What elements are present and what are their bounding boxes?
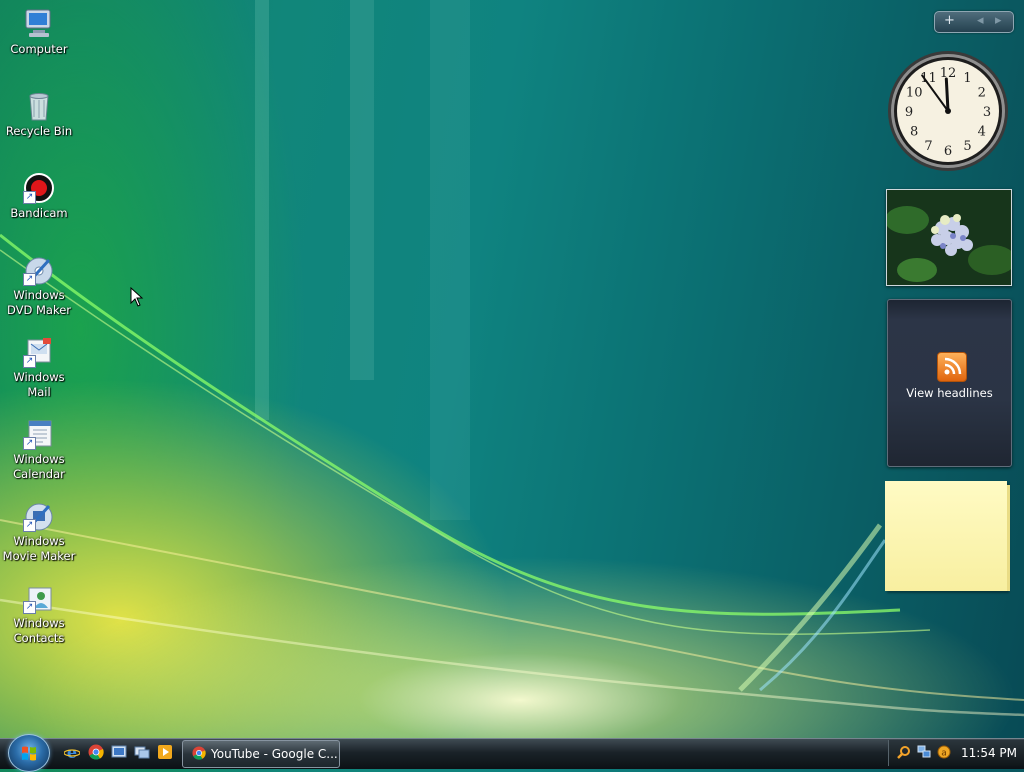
- sidebar-next-button[interactable]: ▸: [995, 13, 1002, 28]
- security-alert-icon[interactable]: a: [937, 745, 951, 759]
- clock-hour-hand: [944, 77, 950, 113]
- clock-numeral: 2: [978, 86, 986, 101]
- desktop-icon-label: Windows Calendar: [13, 452, 65, 481]
- shortcut-arrow-icon: ↗: [23, 191, 36, 204]
- mouse-cursor-icon: [130, 287, 144, 307]
- feed-headlines-gadget[interactable]: View headlines: [887, 299, 1012, 467]
- clock-numeral: 9: [905, 105, 913, 120]
- shortcut-arrow-icon: ↗: [23, 355, 36, 368]
- mail-icon: ↗: [23, 336, 55, 368]
- desktop-icon-dvd-maker[interactable]: ↗ Windows DVD Maker: [0, 254, 78, 318]
- clock-numeral: 1: [963, 71, 971, 86]
- taskbar-button-youtube-chrome[interactable]: YouTube - Google C...: [182, 740, 340, 768]
- taskbar-button-label: YouTube - Google C...: [211, 747, 338, 761]
- ie-icon[interactable]: e: [64, 744, 80, 760]
- notes-gadget[interactable]: [885, 481, 1010, 591]
- media-player-icon[interactable]: [157, 744, 173, 760]
- desktop-icon-label: Windows Contacts: [13, 616, 65, 645]
- clock-numeral: 4: [978, 125, 986, 140]
- shortcut-arrow-icon: ↗: [23, 601, 36, 614]
- switch-windows-icon[interactable]: [134, 744, 150, 760]
- desktop-icon-label: Windows Mail: [13, 370, 65, 399]
- clock-numeral: 5: [963, 139, 971, 154]
- bandicam-icon: ↗: [23, 172, 55, 204]
- clock-numeral: 12: [940, 66, 957, 81]
- add-gadget-button[interactable]: +: [944, 13, 955, 28]
- clock-numeral: 3: [983, 105, 991, 120]
- calendar-icon: ↗: [23, 418, 55, 450]
- chrome-icon[interactable]: [88, 744, 104, 760]
- clock-numeral: 8: [910, 125, 918, 140]
- desktop-icon-label: Windows DVD Maker: [6, 288, 72, 317]
- windows-logo-icon: [22, 746, 36, 761]
- desktop-icon-label: Recycle Bin: [5, 124, 73, 138]
- show-desktop-icon[interactable]: [111, 744, 127, 760]
- recycle-bin-icon: [23, 90, 55, 122]
- taskbar-clock[interactable]: 11:54 PM: [961, 746, 1017, 760]
- sidebar-controls: + ◂ ▸: [934, 11, 1014, 33]
- desktop-icon-mail[interactable]: ↗ Windows Mail: [0, 336, 78, 400]
- dvd-maker-icon: ↗: [23, 254, 55, 286]
- start-button[interactable]: [8, 734, 50, 772]
- desktop-icon-calendar[interactable]: ↗ Windows Calendar: [0, 418, 78, 482]
- rss-icon: [937, 352, 967, 382]
- view-headlines-link[interactable]: View headlines: [888, 386, 1011, 400]
- computer-icon: [23, 8, 55, 40]
- movie-maker-icon: ↗: [23, 500, 55, 532]
- clock-numeral: 6: [944, 144, 952, 159]
- wallpaper: [0, 0, 1024, 717]
- shortcut-arrow-icon: ↗: [23, 437, 36, 450]
- taskbar: [0, 738, 1024, 769]
- desktop-icon-computer[interactable]: Computer: [0, 8, 78, 57]
- clock-numeral: 7: [924, 139, 932, 154]
- desktop-icon-recycle-bin[interactable]: Recycle Bin: [0, 90, 78, 139]
- svg-text:a: a: [941, 749, 947, 759]
- system-tray: a 11:54 PM: [888, 740, 1024, 766]
- desktop-icon-bandicam[interactable]: ↗ Bandicam: [0, 172, 78, 221]
- shortcut-arrow-icon: ↗: [23, 519, 36, 532]
- svg-text:e: e: [67, 744, 77, 760]
- clock-gadget[interactable]: 12 1234567891011: [886, 49, 1010, 173]
- chrome-icon: [192, 746, 206, 760]
- network-icon[interactable]: [917, 745, 931, 759]
- sidebar-prev-button[interactable]: ◂: [977, 13, 984, 28]
- search-icon[interactable]: [897, 745, 911, 759]
- desktop-icon-movie-maker[interactable]: ↗ Windows Movie Maker: [0, 500, 78, 564]
- contacts-icon: ↗: [23, 582, 55, 614]
- hydrangea-photo: [887, 190, 1011, 285]
- clock-numeral: 10: [906, 86, 923, 101]
- desktop-icon-label: Windows Movie Maker: [2, 534, 76, 563]
- shortcut-arrow-icon: ↗: [23, 273, 36, 286]
- slideshow-gadget[interactable]: [886, 189, 1012, 286]
- desktop-icon-label: Bandicam: [10, 206, 68, 220]
- desktop-icon-label: Computer: [10, 42, 68, 56]
- desktop-icon-contacts[interactable]: ↗ Windows Contacts: [0, 582, 78, 646]
